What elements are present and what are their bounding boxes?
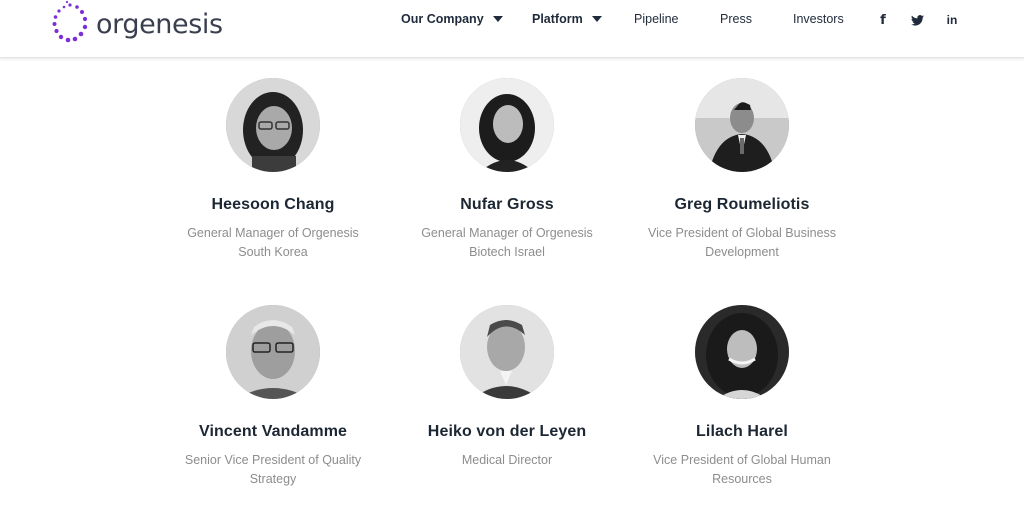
team-card: Greg Roumeliotis Vice President of Globa…: [627, 78, 857, 262]
member-name: Greg Roumeliotis: [674, 196, 810, 213]
member-role: General Manager of Orgenesis South Korea: [158, 224, 388, 262]
nav-our-company-label: Our Company: [401, 12, 484, 26]
nav-platform-label: Platform: [532, 12, 583, 26]
orgenesis-logo[interactable]: orgenesis: [50, 0, 223, 46]
avatar: [695, 305, 789, 399]
nav-pipeline[interactable]: Pipeline: [634, 12, 678, 26]
member-name: Heesoon Chang: [211, 196, 335, 213]
member-role-line: General Manager of Orgenesis: [421, 226, 593, 240]
member-role: Medical Director: [392, 451, 622, 470]
linkedin-icon[interactable]: in: [944, 12, 960, 28]
member-role: Vice President of Global Business Develo…: [627, 224, 857, 262]
member-role: Vice President of Global Human Resources: [627, 451, 857, 489]
member-name: Lilach Harel: [696, 423, 788, 440]
chevron-down-icon: [591, 16, 602, 22]
nav-platform[interactable]: Platform: [532, 12, 602, 26]
logo-ring-icon: [52, 0, 88, 43]
avatar: [460, 78, 554, 172]
site-header: orgenesis Our Company Platform Pipeline …: [0, 0, 1024, 58]
facebook-icon[interactable]: f: [875, 12, 891, 28]
member-name: Vincent Vandamme: [198, 423, 348, 440]
member-role-line: Biotech Israel: [469, 245, 545, 259]
avatar: [226, 305, 320, 399]
chevron-down-icon: [492, 16, 503, 22]
team-card: Lilach Harel Vice President of Global Hu…: [627, 305, 857, 489]
member-role: Senior Vice President of Quality Strateg…: [158, 451, 388, 489]
nav-press-label: Press: [720, 12, 752, 26]
member-role-line: Development: [705, 245, 779, 259]
nav-our-company[interactable]: Our Company: [401, 12, 503, 26]
member-role-line: Strategy: [249, 472, 297, 486]
member-role-line: Medical Director: [461, 453, 553, 467]
member-role-line: Vice President of Global Business: [647, 226, 837, 240]
avatar: [460, 305, 554, 399]
avatar: [695, 78, 789, 172]
nav-investors-label: Investors: [793, 12, 844, 26]
nav-investors[interactable]: Investors: [793, 12, 844, 26]
brand-name: orgenesis: [96, 8, 223, 40]
avatar: [226, 78, 320, 172]
member-role-line: Senior Vice President of Quality: [184, 453, 362, 467]
nav-press[interactable]: Press: [720, 12, 752, 26]
nav-pipeline-label: Pipeline: [634, 12, 679, 26]
team-card: Heiko von der Leyen Medical Director: [392, 305, 622, 470]
team-card: Nufar Gross General Manager of Orgenesis…: [392, 78, 622, 262]
team-card: Heesoon Chang General Manager of Orgenes…: [158, 78, 388, 262]
member-role: General Manager of Orgenesis Biotech Isr…: [392, 224, 622, 262]
member-role-line: Vice President of Global Human: [653, 453, 831, 467]
member-role-line: Resources: [712, 472, 772, 486]
member-name: Nufar Gross: [460, 196, 554, 213]
member-role-line: South Korea: [238, 245, 308, 259]
member-name: Heiko von der Leyen: [427, 423, 587, 440]
member-role-line: General Manager of Orgenesis: [187, 226, 359, 240]
team-card: Vincent Vandamme Senior Vice President o…: [158, 305, 388, 489]
twitter-icon[interactable]: [909, 12, 925, 28]
